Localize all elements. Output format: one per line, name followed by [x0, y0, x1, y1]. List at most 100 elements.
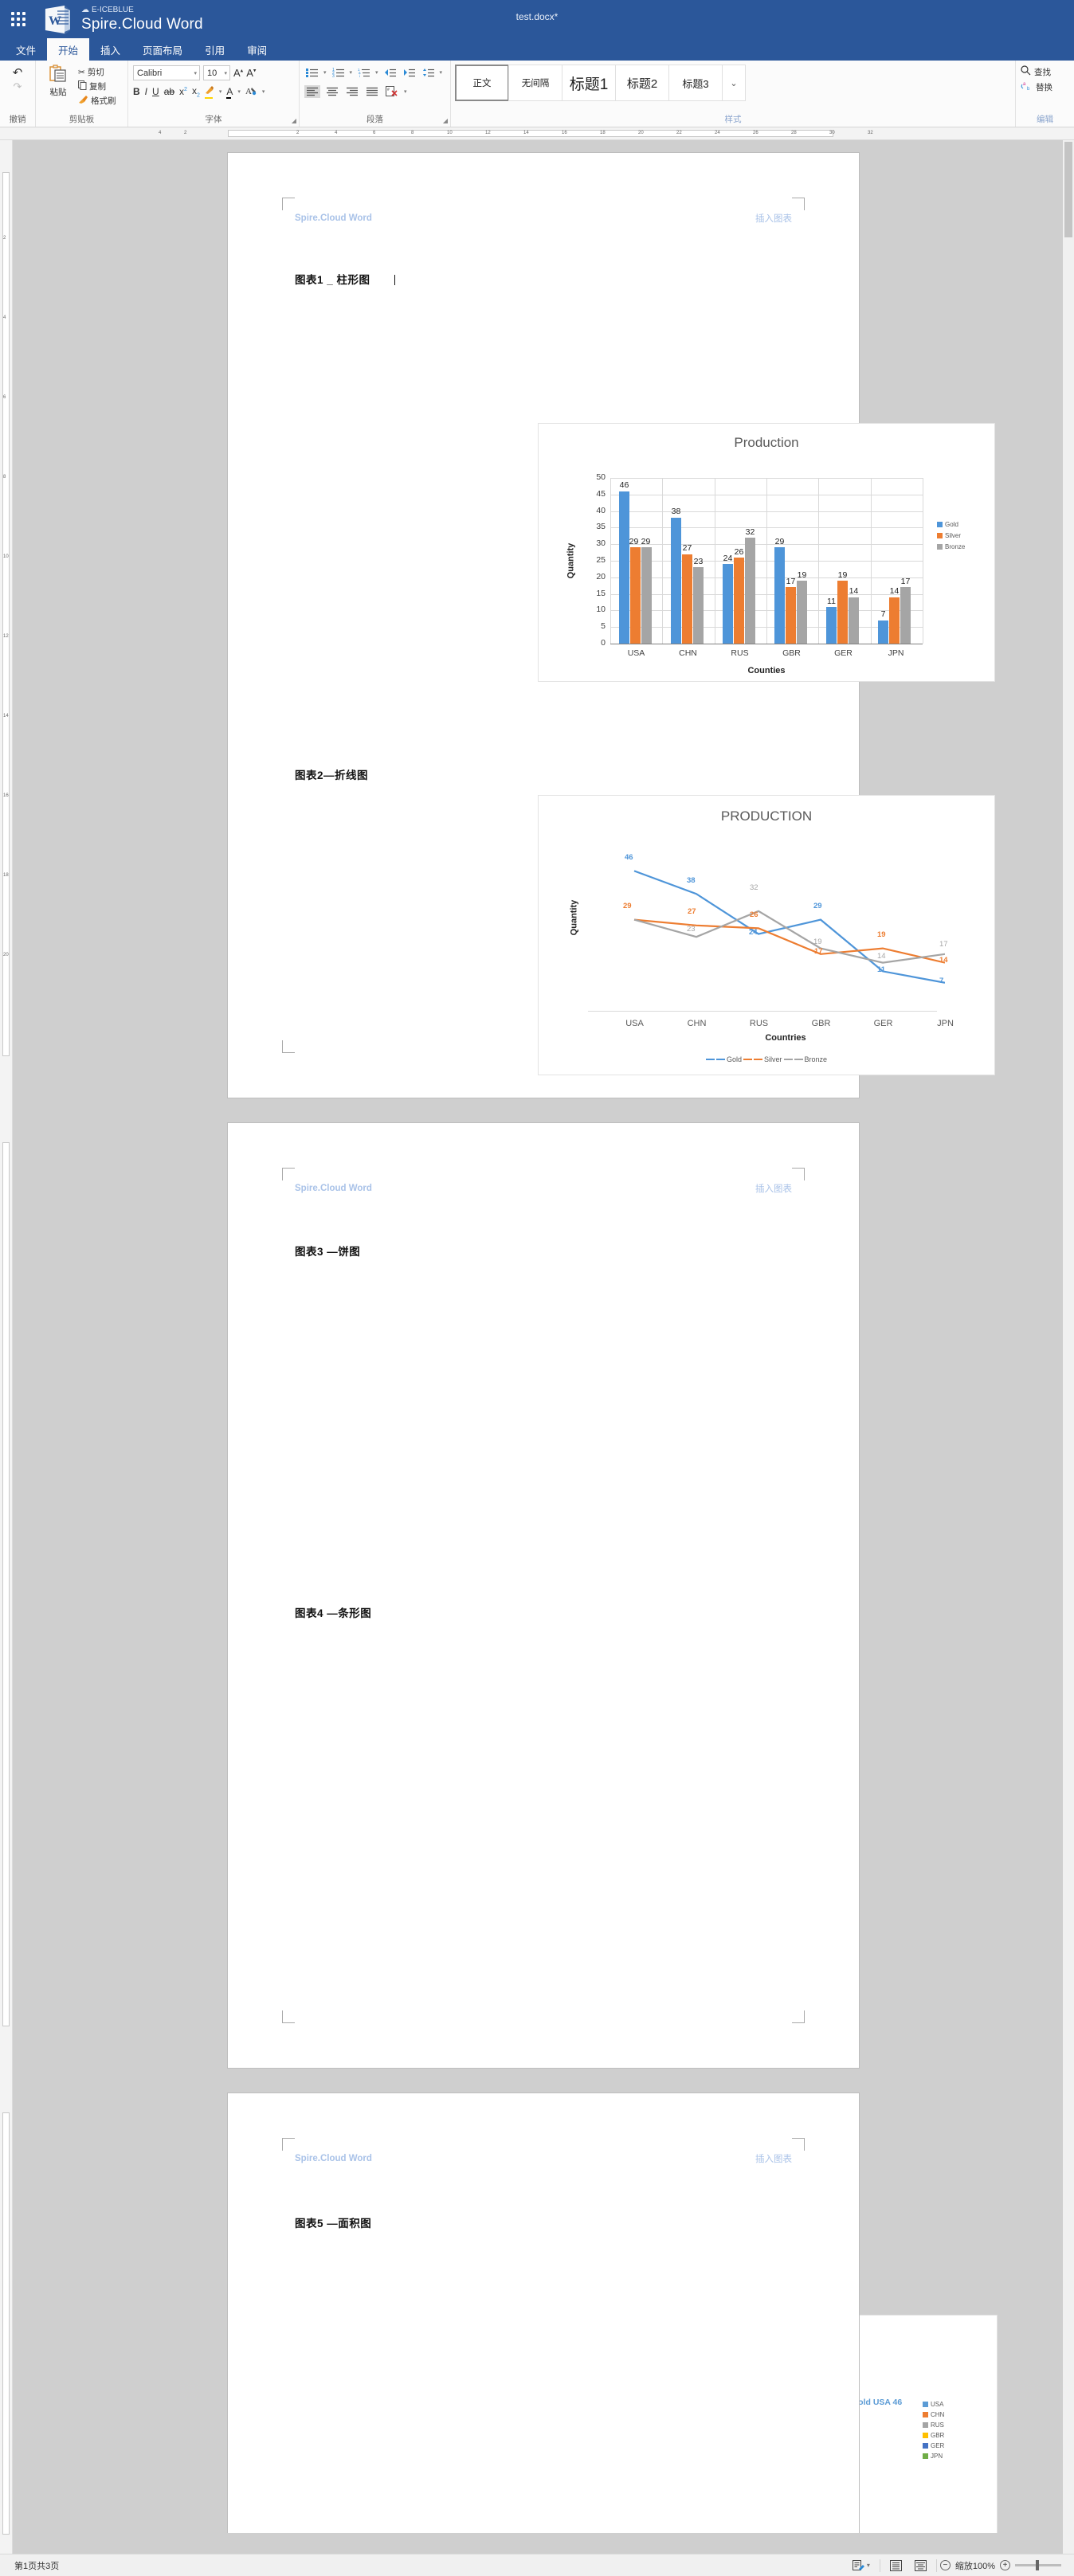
- align-left-button[interactable]: [304, 84, 320, 98]
- chart3-legend: USA CHN RUS GBR GER JPN: [923, 2401, 944, 2460]
- font-family-select[interactable]: Calibri ▾: [133, 65, 200, 80]
- status-bar: 第1页共3页 ▾ − 缩放100% +: [0, 2554, 1074, 2576]
- crop-mark: [792, 198, 805, 210]
- crop-mark: [792, 1168, 805, 1180]
- style-heading-1[interactable]: 标题1: [562, 65, 616, 101]
- styles-more-button[interactable]: ⌄: [722, 65, 746, 101]
- paste-button[interactable]: 粘贴: [41, 63, 76, 98]
- numbered-list-button[interactable]: 123: [331, 66, 346, 79]
- heading-chart-5: 图表5 —面积图: [295, 2218, 372, 2230]
- shrink-font-button[interactable]: A▾: [246, 67, 256, 79]
- cut-button[interactable]: ✂ 剪切: [78, 66, 116, 78]
- chevron-down-icon[interactable]: ▾: [440, 69, 443, 76]
- multilevel-list-button[interactable]: 1ai: [356, 66, 371, 79]
- chevron-down-icon[interactable]: ▾: [375, 69, 378, 76]
- tab-home[interactable]: 开始: [47, 38, 90, 61]
- chart2-lines: [633, 870, 945, 984]
- font-family-value: Calibri: [137, 68, 163, 78]
- font-color-button[interactable]: A: [226, 86, 233, 100]
- style-heading-3[interactable]: 标题3: [668, 65, 723, 101]
- page-1[interactable]: Spire.Cloud Word 插入图表 图表1 _ 柱形图 Producti…: [228, 153, 995, 1098]
- vertical-ruler[interactable]: 24 68 10 12 14 16 18 20: [0, 140, 13, 2557]
- page-2[interactable]: Spire.Cloud Word 插入图表 图表3 —饼图 PRODUCTION…: [228, 1123, 998, 2533]
- horizontal-ruler[interactable]: 42 24 68 10 12 14 16 18 20 22 24 26 28 30 32: [0, 127, 1074, 140]
- print-layout-view-button[interactable]: [884, 2559, 908, 2571]
- paragraph-dialog-launcher-icon[interactable]: ◢: [443, 117, 448, 124]
- chevron-down-icon[interactable]: ▾: [237, 88, 241, 95]
- align-center-button[interactable]: [324, 85, 340, 98]
- format-painter-button[interactable]: 格式刷: [78, 95, 116, 107]
- strikethrough-button[interactable]: ab: [164, 86, 174, 97]
- heading-chart-4: 图表4 —条形图: [295, 1607, 372, 1619]
- pie-label-usa: Gold USA 46: [852, 2398, 903, 2407]
- zoom-in-button[interactable]: +: [1000, 2560, 1010, 2570]
- tab-file[interactable]: 文件: [5, 38, 47, 61]
- app-launcher-button[interactable]: [0, 12, 37, 26]
- crop-mark: [282, 198, 295, 210]
- heading-chart-1: 图表1 _ 柱形图: [295, 271, 395, 287]
- chevron-down-icon[interactable]: ▾: [404, 88, 407, 95]
- tab-insert[interactable]: 插入: [89, 38, 131, 61]
- header-left-text: Spire.Cloud Word: [295, 213, 372, 223]
- page-header: Spire.Cloud Word 插入图表: [295, 210, 792, 226]
- undo-icon[interactable]: ↶: [13, 67, 23, 79]
- group-label-clipboard: 剪贴板: [69, 115, 95, 124]
- zoom-out-button[interactable]: −: [939, 2560, 951, 2570]
- increase-indent-button[interactable]: [402, 66, 417, 79]
- zoom-slider-knob[interactable]: [1036, 2560, 1039, 2570]
- clear-formatting-button[interactable]: A: [245, 86, 257, 98]
- read-mode-view-button[interactable]: [908, 2559, 933, 2571]
- tab-page-layout[interactable]: 页面布局: [131, 38, 194, 61]
- header-right-text: 插入图表: [755, 1184, 792, 1194]
- chart1-xlabel: Counties: [747, 666, 786, 675]
- italic-button[interactable]: I: [145, 86, 147, 97]
- copy-button[interactable]: 复制: [78, 80, 116, 92]
- font-size-select[interactable]: 10 ▾: [203, 65, 230, 80]
- header-left-text: Spire.Cloud Word: [295, 1184, 372, 1193]
- find-label: 查找: [1034, 67, 1051, 77]
- scrollbar-thumb[interactable]: [1064, 142, 1072, 237]
- chevron-down-icon[interactable]: ▾: [350, 69, 353, 76]
- ruler-v-band: [2, 1142, 10, 2026]
- tab-references[interactable]: 引用: [194, 38, 236, 61]
- style-heading-2[interactable]: 标题2: [615, 65, 669, 101]
- underline-button[interactable]: U: [152, 86, 159, 97]
- show-formatting-marks-button[interactable]: #: [384, 84, 400, 98]
- font-dialog-launcher-icon[interactable]: ◢: [292, 117, 296, 124]
- group-label-undo: 撤销: [9, 115, 26, 124]
- justify-button[interactable]: [364, 85, 380, 98]
- align-right-button[interactable]: [344, 85, 360, 98]
- vertical-scrollbar[interactable]: [1063, 140, 1074, 2554]
- document-canvas[interactable]: Spire.Cloud Word 插入图表 图表1 _ 柱形图 Producti…: [13, 140, 1074, 2533]
- bullet-list-button[interactable]: [304, 66, 319, 79]
- decrease-indent-button[interactable]: [382, 66, 398, 79]
- find-button[interactable]: 查找: [1021, 63, 1069, 78]
- chevron-down-icon: ▾: [224, 71, 227, 76]
- chevron-down-icon[interactable]: ▾: [323, 69, 327, 76]
- replace-icon: ab: [1021, 80, 1033, 93]
- brand-text: ☁ E-ICEBLUE Spire.Cloud Word: [81, 6, 203, 33]
- line-spacing-button[interactable]: [421, 66, 436, 79]
- chart-bar-vertical[interactable]: Production 50 45 40 35 30 25 20 15 10 5 0: [538, 423, 995, 682]
- group-label-paragraph: 段落: [366, 115, 383, 124]
- heading-chart-2: 图表2—折线图: [295, 769, 369, 781]
- ribbon-tab-strip: 文件 开始 插入 页面布局 引用 审阅: [0, 38, 1074, 61]
- superscript-button[interactable]: x2: [179, 86, 187, 97]
- chart1-title: Production: [734, 435, 799, 450]
- heading-chart-3: 图表3 —饼图: [295, 1246, 361, 1258]
- page-3[interactable]: Spire.Cloud Word 插入图表 图表5 —面积图 PRODUCTIO…: [228, 2093, 859, 2533]
- chevron-down-icon[interactable]: ▾: [262, 88, 265, 95]
- redo-icon[interactable]: ↷: [14, 81, 22, 92]
- grow-font-button[interactable]: A▴: [233, 67, 243, 79]
- tab-review[interactable]: 审阅: [236, 38, 278, 61]
- subscript-button[interactable]: x2: [192, 85, 200, 98]
- zoom-slider[interactable]: [1015, 2560, 1061, 2570]
- edit-mode-button[interactable]: ▾: [846, 2559, 876, 2571]
- chevron-down-icon[interactable]: ▾: [219, 88, 222, 95]
- bold-button[interactable]: B: [133, 86, 140, 97]
- style-normal[interactable]: 正文: [455, 65, 509, 101]
- replace-button[interactable]: ab 替换: [1021, 78, 1069, 93]
- style-no-spacing[interactable]: 无间隔: [508, 65, 562, 101]
- chart-line[interactable]: PRODUCTION Quantity 46 38 24 29 11 7 29 …: [538, 795, 995, 1075]
- highlight-color-button[interactable]: [204, 86, 214, 100]
